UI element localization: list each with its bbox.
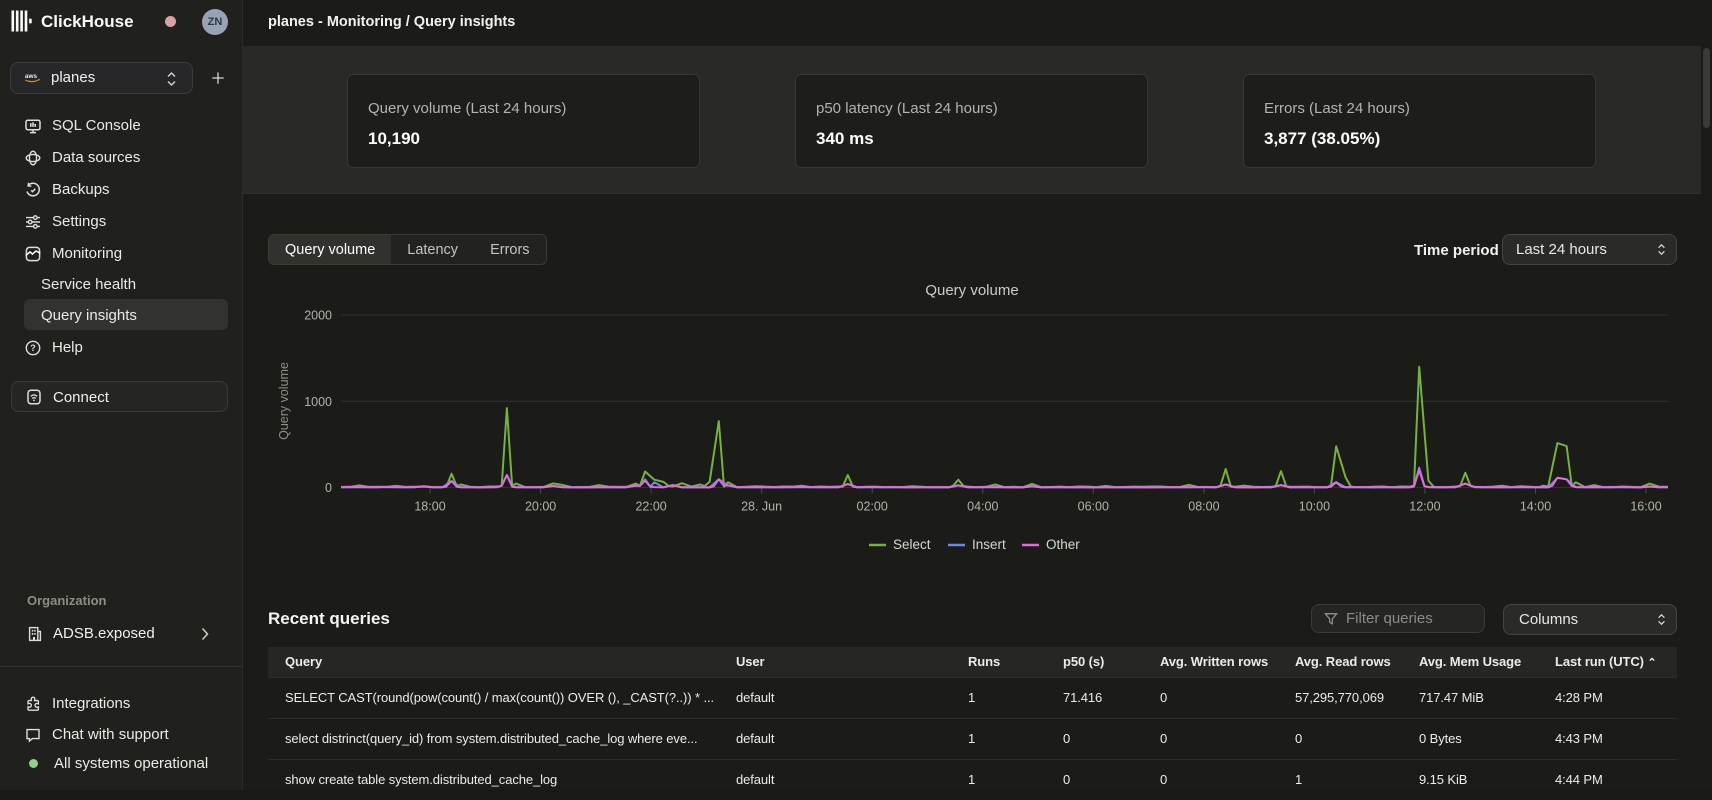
svg-text:06:00: 06:00 bbox=[1078, 500, 1109, 514]
svg-text:0: 0 bbox=[325, 481, 332, 495]
svg-text:02:00: 02:00 bbox=[857, 500, 888, 514]
svg-text:2000: 2000 bbox=[304, 309, 332, 323]
svg-text:Select: Select bbox=[893, 537, 931, 552]
svg-text:18:00: 18:00 bbox=[414, 500, 445, 514]
svg-text:04:00: 04:00 bbox=[967, 500, 998, 514]
svg-text:?: ? bbox=[30, 343, 36, 353]
svg-text:Other: Other bbox=[1046, 537, 1080, 552]
svg-text:10:00: 10:00 bbox=[1299, 500, 1330, 514]
svg-text:14:00: 14:00 bbox=[1520, 500, 1551, 514]
svg-text:12:00: 12:00 bbox=[1409, 500, 1440, 514]
svg-text:Query volume: Query volume bbox=[277, 362, 291, 440]
svg-text:20:00: 20:00 bbox=[525, 500, 556, 514]
svg-text:1000: 1000 bbox=[304, 395, 332, 409]
svg-text:22:00: 22:00 bbox=[635, 500, 666, 514]
svg-text:16:00: 16:00 bbox=[1630, 500, 1661, 514]
svg-text:28. Jun: 28. Jun bbox=[741, 500, 782, 514]
svg-text:Insert: Insert bbox=[972, 537, 1006, 552]
svg-text:Query volume: Query volume bbox=[925, 282, 1018, 299]
svg-text:aws: aws bbox=[25, 73, 38, 80]
svg-text:08:00: 08:00 bbox=[1188, 500, 1219, 514]
